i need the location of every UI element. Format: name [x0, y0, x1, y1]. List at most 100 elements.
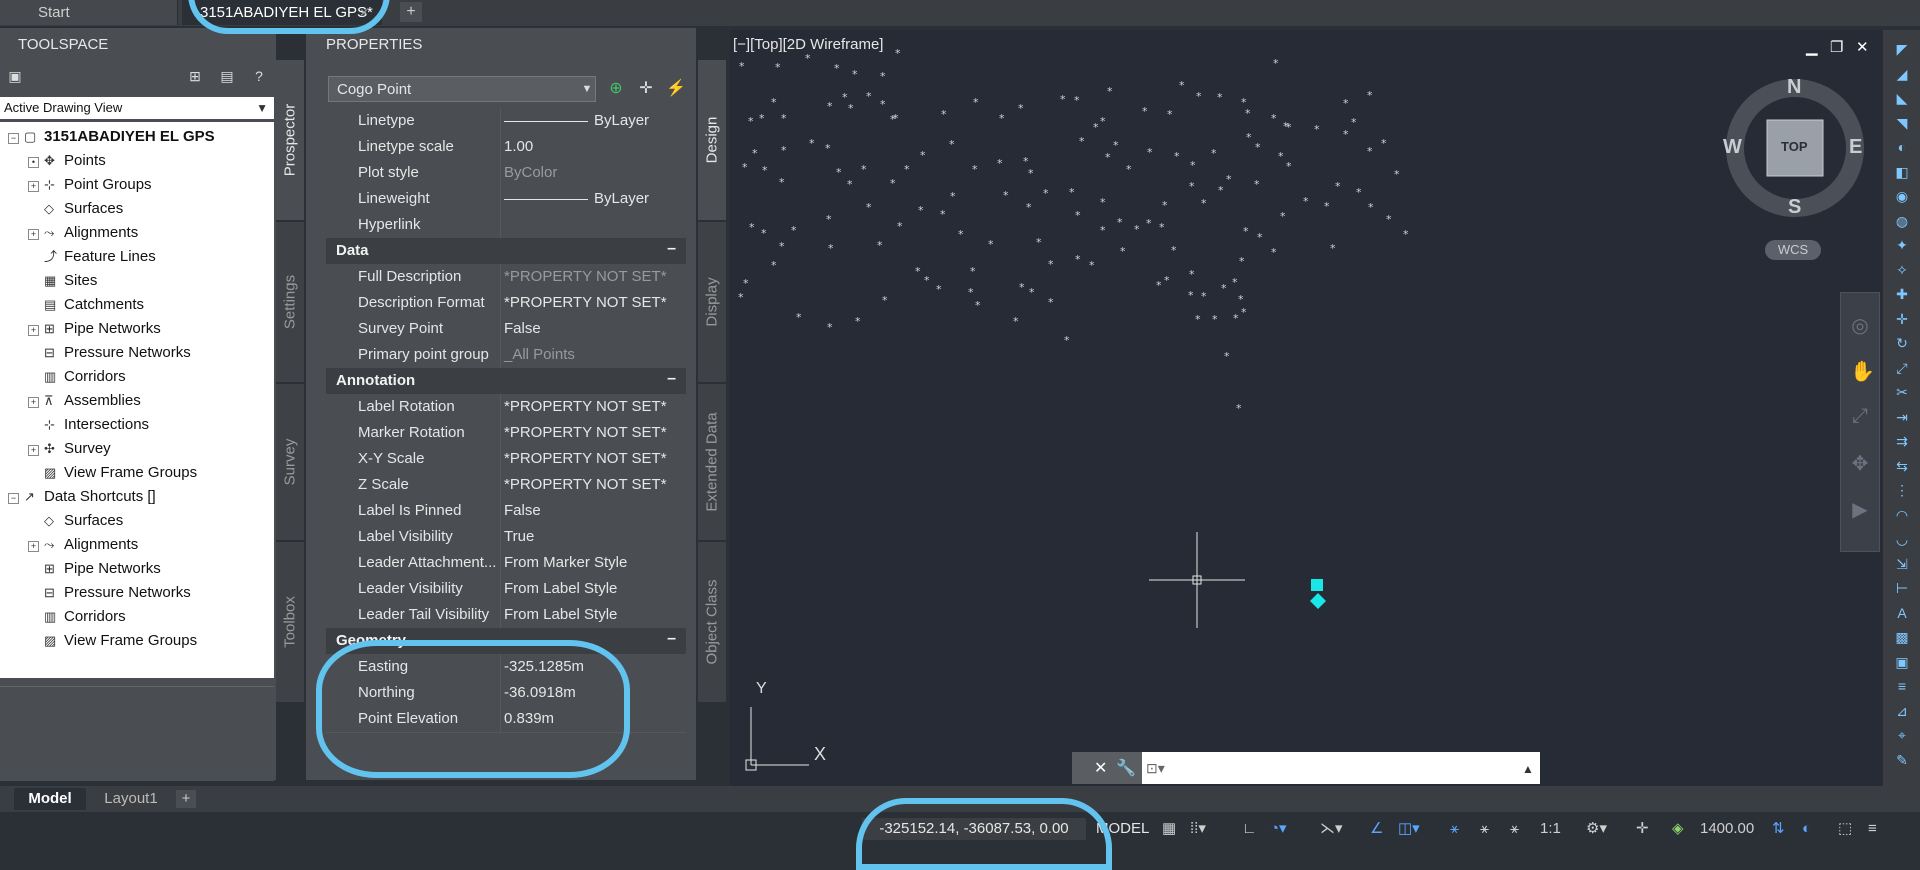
- circle-icon[interactable]: ◐: [1892, 138, 1912, 156]
- property-row[interactable]: Label Is Pinned False: [326, 498, 686, 525]
- cogo-point-marker[interactable]: *: [1232, 276, 1238, 289]
- snap-icon[interactable]: ⁞⁞▾: [1190, 818, 1206, 840]
- expand-icon[interactable]: +: [28, 325, 39, 336]
- cogo-point-marker[interactable]: *: [920, 149, 926, 162]
- customize-status-icon[interactable]: ≡: [1868, 818, 1877, 840]
- arc-icon[interactable]: ◥: [1892, 114, 1912, 132]
- cogo-point-marker[interactable]: *: [1246, 131, 1252, 144]
- line-icon[interactable]: ◢: [1892, 65, 1912, 83]
- cogo-point-marker[interactable]: *: [1201, 290, 1207, 303]
- cogo-point-marker[interactable]: *: [1043, 187, 1049, 200]
- cogo-point-marker[interactable]: *: [1159, 221, 1165, 234]
- property-value[interactable]: From Marker Style: [504, 554, 627, 571]
- property-value[interactable]: From Label Style: [504, 580, 617, 597]
- cogo-point-marker[interactable]: *: [1386, 213, 1392, 226]
- cogo-point-marker[interactable]: *: [761, 227, 767, 240]
- tab-toolbox[interactable]: Toolbox: [276, 542, 304, 702]
- command-line-input[interactable]: [1072, 752, 1540, 784]
- elevation-value[interactable]: 1400.00: [1700, 818, 1754, 840]
- property-row[interactable]: Description Format *PROPERTY NOT SET*: [326, 290, 686, 317]
- property-value[interactable]: *PROPERTY NOT SET*: [504, 476, 667, 493]
- cogo-point-marker[interactable]: *: [842, 91, 848, 104]
- cogo-point-marker[interactable]: *: [1226, 173, 1232, 186]
- cogo-point-marker[interactable]: *: [796, 311, 802, 324]
- command-prompt-icon[interactable]: ⊡▾: [1146, 760, 1165, 777]
- cogo-point-marker[interactable]: *: [1113, 139, 1119, 152]
- cogo-point-marker[interactable]: *: [1224, 350, 1230, 363]
- cogo-point-marker[interactable]: *: [904, 163, 910, 176]
- tab-display[interactable]: Display: [698, 222, 726, 382]
- cogo-point-marker[interactable]: *: [1060, 93, 1066, 106]
- property-value[interactable]: True: [504, 528, 534, 545]
- cogo-point-marker[interactable]: *: [1147, 146, 1153, 159]
- property-row[interactable]: Z Scale *PROPERTY NOT SET*: [326, 472, 686, 499]
- cogo-point-marker[interactable]: *: [1351, 116, 1357, 129]
- tree-item[interactable]: + ⤳ Alignments: [0, 534, 274, 556]
- cogo-point-marker[interactable]: *: [739, 60, 745, 73]
- tree-item[interactable]: ⊹ Intersections: [0, 414, 274, 436]
- tree-item[interactable]: ⤴ Feature Lines: [0, 246, 274, 268]
- cogo-point-marker[interactable]: *: [1343, 97, 1349, 110]
- tab-model[interactable]: Model: [14, 788, 86, 810]
- cogo-point-marker[interactable]: *: [1368, 201, 1374, 214]
- property-row[interactable]: Label Visibility True: [326, 524, 686, 551]
- compass-west[interactable]: W: [1723, 136, 1742, 159]
- rectangle-icon[interactable]: ◧: [1892, 163, 1912, 181]
- tab-layout1[interactable]: Layout1: [96, 788, 166, 810]
- property-value[interactable]: *PROPERTY NOT SET*: [504, 268, 667, 285]
- zoom-icon[interactable]: ⤢: [1850, 405, 1870, 427]
- compass-east[interactable]: E: [1849, 136, 1862, 159]
- cogo-point-marker[interactable]: *: [1126, 163, 1132, 176]
- tree-item[interactable]: ⊟ Pressure Networks: [0, 342, 274, 364]
- tree-item[interactable]: + ⤳ Alignments: [0, 222, 274, 244]
- tree-item[interactable]: ▨ View Frame Groups: [0, 462, 274, 484]
- toggle-pickadd-icon[interactable]: ⊕: [606, 80, 626, 98]
- wrench-icon[interactable]: 🔧: [1116, 758, 1136, 778]
- cogo-point-marker[interactable]: *: [895, 47, 901, 60]
- cogo-point-marker[interactable]: *: [1271, 246, 1277, 259]
- cogo-point-marker[interactable]: *: [1343, 128, 1349, 141]
- cogo-point-marker[interactable]: *: [890, 113, 896, 126]
- cogo-point-marker[interactable]: *: [973, 96, 979, 109]
- text-icon[interactable]: A: [1892, 604, 1912, 622]
- cogo-point-marker[interactable]: *: [997, 157, 1003, 170]
- cogo-point-marker[interactable]: *: [847, 178, 853, 191]
- tab-start[interactable]: Start: [0, 0, 178, 25]
- wcs-menu[interactable]: WCS: [1765, 240, 1821, 260]
- block-icon[interactable]: ▣: [1892, 653, 1912, 671]
- cogo-point-marker[interactable]: *: [972, 163, 978, 176]
- tree-item[interactable]: + ⊼ Assemblies: [0, 390, 274, 412]
- toolspace-tree-icon[interactable]: ⊞: [186, 68, 204, 84]
- property-value[interactable]: ByLayer: [504, 190, 649, 207]
- new-tab-button[interactable]: +: [400, 2, 422, 22]
- dimension-icon[interactable]: ⊢: [1892, 579, 1912, 597]
- cogo-point-marker[interactable]: *: [836, 166, 842, 179]
- property-value[interactable]: *PROPERTY NOT SET*: [504, 398, 667, 415]
- cogo-point-marker[interactable]: *: [775, 61, 781, 74]
- chamfer-icon[interactable]: ◡: [1892, 530, 1912, 548]
- cogo-point-marker[interactable]: *: [924, 274, 930, 287]
- cogo-point-marker[interactable]: *: [880, 70, 886, 83]
- tab-extended-data[interactable]: Extended Data: [698, 384, 726, 540]
- cogo-point-marker[interactable]: *: [1107, 85, 1113, 98]
- cogo-point-marker[interactable]: *: [1162, 199, 1168, 212]
- expand-icon[interactable]: +: [28, 445, 39, 456]
- cogo-point-marker[interactable]: *: [1330, 242, 1336, 255]
- mirror-icon[interactable]: ⇆: [1892, 457, 1912, 475]
- property-category[interactable]: Data –: [326, 238, 686, 264]
- tab-prospector[interactable]: Prospector: [276, 60, 304, 220]
- match-icon[interactable]: ⌖: [1892, 726, 1912, 744]
- cogo-point-marker[interactable]: *: [970, 265, 976, 278]
- cogo-point-marker[interactable]: *: [1013, 315, 1019, 328]
- cogo-point-marker[interactable]: *: [1273, 57, 1279, 70]
- cogo-point-marker[interactable]: *: [1100, 224, 1106, 237]
- tab-survey[interactable]: Survey: [276, 384, 304, 540]
- cogo-point-marker[interactable]: *: [779, 176, 785, 189]
- property-row[interactable]: Hyperlink: [326, 212, 686, 239]
- cogo-point-marker[interactable]: *: [968, 286, 974, 299]
- cogo-point-marker[interactable]: *: [1394, 168, 1400, 181]
- cogo-point-marker[interactable]: *: [1212, 313, 1218, 326]
- cogo-point-marker[interactable]: *: [1381, 137, 1387, 150]
- object-type-select[interactable]: Cogo Point: [328, 76, 596, 102]
- cogo-point-marker[interactable]: *: [1018, 102, 1024, 115]
